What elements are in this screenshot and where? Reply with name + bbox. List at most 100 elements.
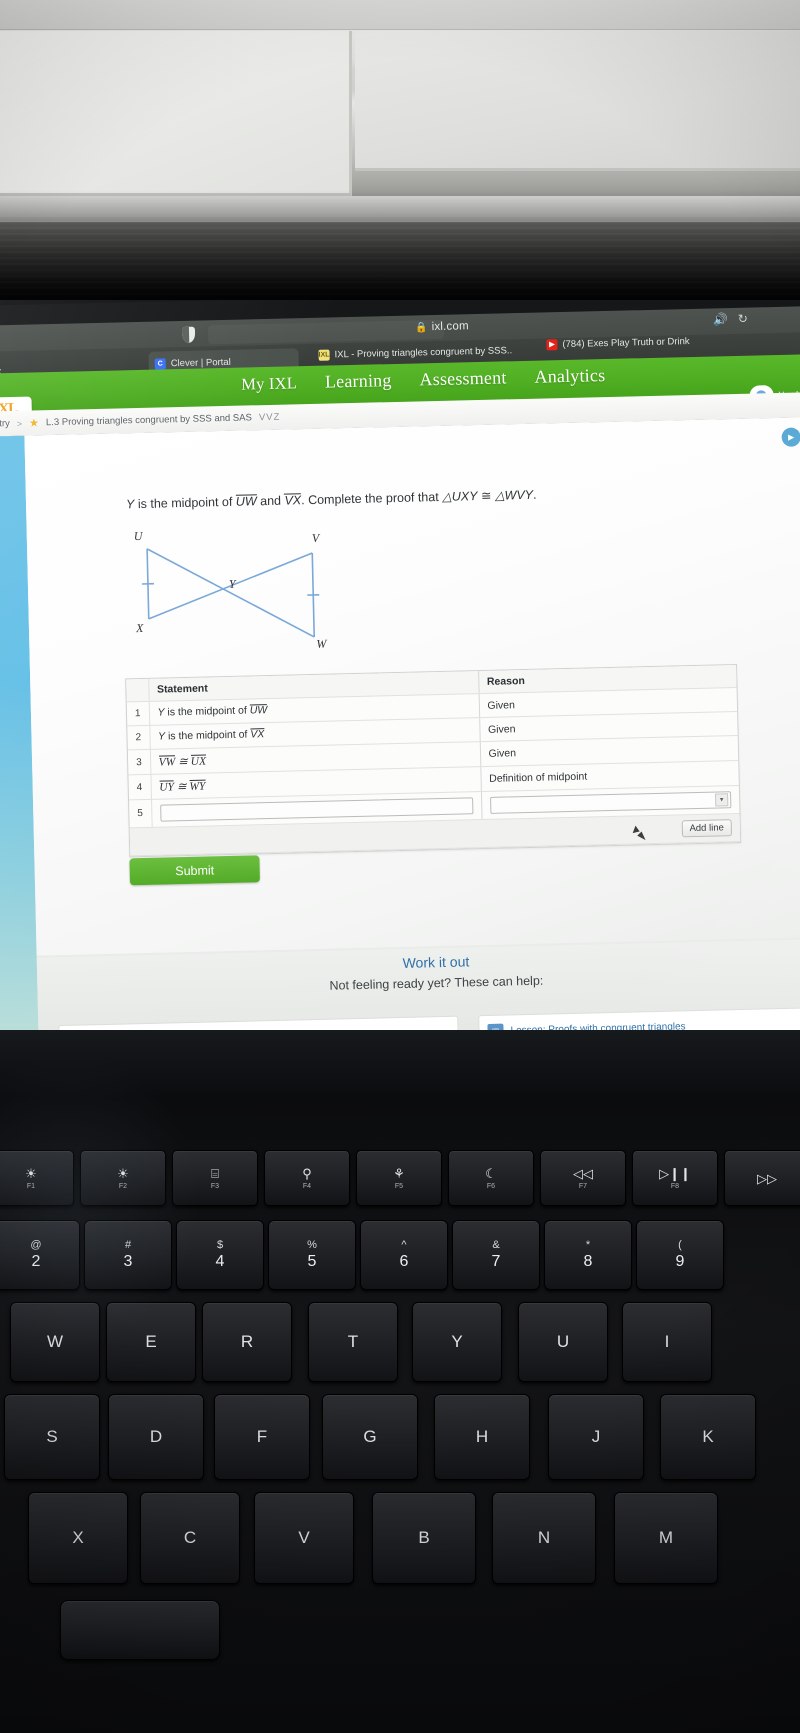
key-y[interactable]: Y (412, 1302, 502, 1382)
key-t[interactable]: T (308, 1302, 398, 1382)
space-bar[interactable] (60, 1600, 220, 1660)
rewind-icon: ◁◁ (573, 1165, 593, 1181)
spotlight-key[interactable]: ⚲ F4 (264, 1150, 350, 1206)
prompt-period: . (532, 487, 537, 502)
prompt-tail: . Complete the proof that (301, 489, 439, 508)
key-c[interactable]: C (140, 1492, 240, 1584)
key-w[interactable]: W (10, 1302, 100, 1382)
do-not-disturb-key[interactable]: ☾ F6 (448, 1150, 534, 1206)
key-e[interactable]: E (106, 1302, 196, 1382)
fast-forward-key[interactable]: ▷▷ (724, 1150, 800, 1206)
mouse-pointer-icon (632, 825, 642, 836)
help-label: Lesson: Proofs with congruent triangles (510, 1020, 686, 1030)
play-video-icon[interactable]: ▶ (781, 427, 800, 447)
key-main: 3 (123, 1253, 133, 1270)
mission-control-key[interactable]: ⌸ F3 (172, 1150, 258, 1206)
key-4[interactable]: $ 4 (176, 1220, 264, 1290)
proof-table: Statement Reason 1 Y is the midpoint of … (125, 664, 742, 858)
submit-button[interactable]: Submit (129, 855, 260, 886)
triangle-uxy: △UXY (442, 489, 478, 504)
key-main: 6 (399, 1253, 409, 1270)
star-icon[interactable]: ★ (29, 416, 39, 429)
key-n[interactable]: N (492, 1492, 596, 1584)
breadcrumb-subject[interactable]: Geometry (0, 418, 10, 430)
address-bar[interactable]: 🔒 ixl.com (415, 320, 469, 333)
key-6[interactable]: ^ 6 (360, 1220, 448, 1290)
key-v[interactable]: V (254, 1492, 354, 1584)
key-2[interactable]: @ 2 (0, 1220, 80, 1290)
question-card: ▶ Y is the midpoint of UW and VX. Comple… (24, 416, 800, 956)
prompt-text: is the midpoint of (137, 494, 233, 512)
refresh-icon[interactable]: ↻ (738, 312, 748, 326)
row-number: 1 (126, 701, 150, 726)
volume-icon[interactable]: 🔊 (713, 312, 728, 326)
fast-forward-icon: ▷▷ (757, 1170, 777, 1186)
statement-input[interactable] (159, 797, 474, 822)
key-d[interactable]: D (108, 1394, 204, 1480)
chevron-down-icon[interactable]: ▼ (715, 793, 729, 807)
geometry-figure: U V Y X W (121, 514, 424, 671)
tab-title: IXL - Proving triangles congruent by SSS… (334, 344, 513, 360)
key-main: 7 (491, 1253, 501, 1270)
key-fn-label: F6 (486, 1182, 496, 1190)
laptop-screen: 🔒 ixl.com 🔊 ↻ N Netflix C Clever | Porta… (0, 300, 800, 1030)
key-9[interactable]: ( 9 (636, 1220, 724, 1290)
window-frame-top (0, 0, 800, 30)
laptop-hinge (0, 1030, 800, 1108)
key-b[interactable]: B (372, 1492, 476, 1584)
key-g[interactable]: G (322, 1394, 418, 1480)
brightness-up-key[interactable]: ☀ F2 (80, 1150, 166, 1206)
key-j[interactable]: J (548, 1394, 644, 1480)
row-number: 3 (127, 749, 151, 775)
key-k[interactable]: K (660, 1394, 756, 1480)
key-main: 2 (31, 1253, 41, 1270)
key-i[interactable]: I (622, 1302, 712, 1382)
shield-privacy-icon[interactable] (181, 326, 196, 343)
room-background (0, 0, 800, 300)
congruent-symbol: ≅ (480, 488, 492, 503)
key-x[interactable]: X (28, 1492, 128, 1584)
reason-select[interactable]: ▼ (489, 791, 732, 814)
nav-item-assessment[interactable]: Assessment (419, 367, 506, 390)
key-5[interactable]: % 5 (268, 1220, 356, 1290)
dictation-key[interactable]: ⚘ F5 (356, 1150, 442, 1206)
key-fn-label: F7 (578, 1182, 588, 1190)
key-main: 4 (215, 1253, 225, 1270)
figure-label-v: V (311, 530, 320, 545)
nav-item-learning[interactable]: Learning (325, 370, 392, 393)
key-s[interactable]: S (4, 1394, 100, 1480)
segment-vx: VX (284, 493, 302, 508)
key-f[interactable]: F (214, 1394, 310, 1480)
key-fn-label: F2 (118, 1182, 128, 1190)
key-fn-label: F5 (394, 1182, 404, 1190)
window-pane-right (355, 31, 800, 171)
key-main: 9 (675, 1253, 685, 1270)
play-pause-key[interactable]: ▷❙❙ F8 (632, 1150, 718, 1206)
key-sup: $ (216, 1239, 224, 1251)
nav-item-analytics[interactable]: Analytics (534, 365, 605, 388)
play-pause-icon: ▷❙❙ (659, 1165, 691, 1181)
key-h[interactable]: H (434, 1394, 530, 1480)
page-content: ▶ Y is the midpoint of UW and VX. Comple… (0, 416, 800, 1030)
brightness-down-key[interactable]: ☀ F1 (0, 1150, 74, 1206)
key-r[interactable]: R (202, 1302, 292, 1382)
browser-tab-youtube[interactable]: ▶ (784) Exes Play Truth or Drink (540, 327, 761, 356)
add-line-button[interactable]: Add line (681, 819, 733, 838)
key-m[interactable]: M (614, 1492, 718, 1584)
key-sup: # (124, 1239, 132, 1251)
moon-icon: ☾ (485, 1165, 497, 1181)
microphone-icon: ⚘ (393, 1165, 405, 1181)
key-main: 8 (583, 1253, 593, 1270)
key-3[interactable]: # 3 (84, 1220, 172, 1290)
key-sup: @ (30, 1239, 42, 1251)
figure-label-x: X (135, 620, 144, 636)
search-icon: ⚲ (302, 1165, 312, 1181)
key-8[interactable]: * 8 (544, 1220, 632, 1290)
clever-icon: C (154, 357, 166, 370)
key-7[interactable]: & 7 (452, 1220, 540, 1290)
rewind-key[interactable]: ◁◁ F7 (540, 1150, 626, 1206)
key-u[interactable]: U (518, 1302, 608, 1382)
nav-item-my-ixl[interactable]: My IXL (241, 373, 297, 394)
key-fn-label: F1 (26, 1182, 36, 1190)
breadcrumb-code: VVZ (258, 411, 281, 424)
